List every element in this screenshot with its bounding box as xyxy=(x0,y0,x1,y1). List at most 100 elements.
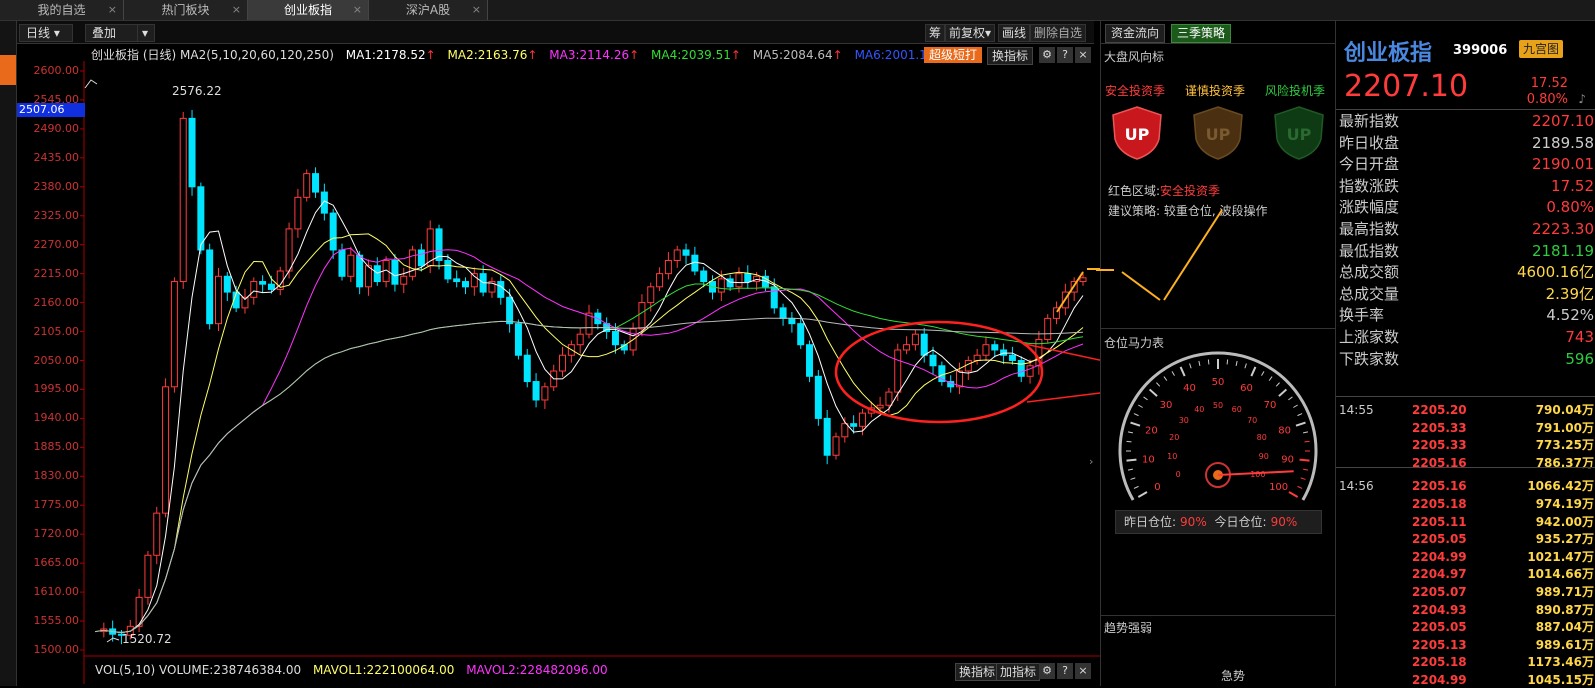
close-icon[interactable]: × xyxy=(353,0,362,20)
tick-price: 2204.97 xyxy=(1412,567,1467,582)
gauge-tick xyxy=(1302,431,1309,434)
delete-watchlist-button[interactable]: 删除自选 xyxy=(1030,24,1087,42)
candle-down xyxy=(991,344,999,351)
gauge-inner-tick-label: 20 xyxy=(1169,433,1179,442)
candle-up xyxy=(832,436,840,456)
tick-price: 2204.99 xyxy=(1412,549,1467,564)
tab-chinext[interactable]: 创业板指 × xyxy=(248,0,369,20)
candle-up xyxy=(647,286,655,304)
gauge-tick xyxy=(1261,371,1265,376)
yday-label: 昨日仓位: xyxy=(1124,515,1177,529)
y-tick-label: 1830.00 xyxy=(33,469,80,483)
up-arrow-icon: ↑ xyxy=(629,48,640,62)
candle-down xyxy=(338,249,346,277)
close-icon[interactable]: × xyxy=(108,0,117,20)
kline-chart[interactable]: 创业板指 (日线) MA2(5,10,20,60,120,250) MA1:21… xyxy=(17,44,1100,686)
y-tick-label: 2050.00 xyxy=(33,353,80,367)
candle-down xyxy=(320,191,328,214)
period-select[interactable]: 日线 ▾ xyxy=(19,24,73,42)
gauge-tick-label: 50 xyxy=(1212,377,1225,388)
draw-line-button[interactable]: 画线 xyxy=(998,24,1031,42)
ma4-value: MA4:2039.51 xyxy=(651,48,731,62)
gauge-tick xyxy=(1288,491,1299,498)
gauge-tick xyxy=(1299,458,1310,462)
gauge-tick xyxy=(1235,360,1238,367)
position-summary: 昨日仓位: 90% 今日仓位: 90% xyxy=(1115,510,1322,534)
ma-params: MA2(5,10,20,60,120,250) xyxy=(180,48,334,62)
gauge-tick xyxy=(1156,382,1161,387)
gauge-tick xyxy=(1207,359,1210,365)
tick-volume: 942.00万 xyxy=(1535,514,1594,529)
quote-key: 指数涨跌 xyxy=(1339,176,1400,195)
gauge-tick xyxy=(1127,468,1134,471)
candle-down xyxy=(329,212,337,251)
divider xyxy=(1101,43,1335,44)
gear-icon[interactable]: ⚙ xyxy=(1039,663,1055,679)
candle-down xyxy=(391,259,399,285)
quote-value: 743 xyxy=(1565,328,1594,346)
restore-select[interactable]: 前复权▾ xyxy=(945,24,996,42)
tick-volume: 1066.42万 xyxy=(1527,479,1594,494)
shield-text: UP xyxy=(1125,125,1150,144)
candle-up xyxy=(876,404,884,409)
candle-down xyxy=(797,323,805,346)
chip-button[interactable]: 筹 xyxy=(925,24,946,42)
tab-label: 深沪A股 xyxy=(405,3,451,17)
trend-partial-label: 急势 xyxy=(1221,669,1246,683)
close-icon[interactable]: × xyxy=(232,0,241,20)
gauge-tick xyxy=(1297,413,1303,417)
tab-fund-flow[interactable]: 资金流向 xyxy=(1105,24,1166,43)
close-icon[interactable]: × xyxy=(1075,47,1091,63)
gauge-tick-label: 30 xyxy=(1160,400,1173,411)
close-icon[interactable]: × xyxy=(1075,663,1091,679)
candle-down xyxy=(267,283,275,290)
candle-up xyxy=(664,259,672,275)
tab-sh-sz-a[interactable]: 深沪A股 × xyxy=(369,0,488,20)
candle-down xyxy=(206,249,214,325)
candle-up xyxy=(162,386,170,514)
tab-label: 创业板指 xyxy=(283,3,332,17)
gauge-tick-label: 0 xyxy=(1154,482,1160,493)
candle-up xyxy=(885,391,893,406)
vol-switch-button[interactable]: 换指标 xyxy=(955,663,1000,681)
tick-price: 2205.13 xyxy=(1412,637,1467,652)
candle-down xyxy=(700,270,708,283)
help-icon[interactable]: ? xyxy=(1057,47,1073,63)
gauge-inner-tick-label: 30 xyxy=(1179,416,1189,425)
ma5-value: MA5:2084.64 xyxy=(752,48,833,62)
super-short-button[interactable]: 超级短打 xyxy=(924,47,983,63)
bell-icon[interactable]: ♪ xyxy=(1578,92,1586,106)
tab-my-watchlist[interactable]: 我的自选 × xyxy=(0,0,124,20)
candle-up xyxy=(303,173,311,198)
gauge-inner-tick-label: 90 xyxy=(1259,452,1269,461)
tick-volume: 1173.46万 xyxy=(1527,655,1594,670)
gear-icon[interactable]: ⚙ xyxy=(1039,47,1055,63)
index-name: 创业板指 xyxy=(1344,41,1433,66)
overlay-dropdown[interactable]: ▾ xyxy=(137,24,155,42)
left-active-marker[interactable] xyxy=(0,55,16,85)
yday-value: 90% xyxy=(1180,515,1207,529)
candle-up xyxy=(903,344,911,351)
trend-arrows-overlay xyxy=(1096,209,1223,301)
overlay-button[interactable]: 叠加 xyxy=(85,24,143,42)
tab-hot-sectors[interactable]: 热门板块 × xyxy=(124,0,248,20)
quote-value: 2.39亿 xyxy=(1545,284,1594,303)
tab-three-season[interactable]: 三季策略 xyxy=(1171,24,1232,43)
low-label: 1520.72 xyxy=(122,632,172,646)
y-tick-label: 2270.00 xyxy=(33,237,80,251)
y-tick-label: 2490.00 xyxy=(33,121,80,135)
divider xyxy=(1336,109,1595,110)
divider xyxy=(1101,615,1335,616)
nine-grid-button[interactable]: 九宫图 xyxy=(1519,40,1564,58)
ma2-value: MA2:2163.76 xyxy=(447,48,528,62)
chevron-right-icon[interactable]: › xyxy=(1089,455,1099,469)
help-icon[interactable]: ? xyxy=(1057,663,1073,679)
gauge-tick xyxy=(1126,458,1137,462)
close-icon[interactable]: × xyxy=(472,0,481,20)
tick-volume: 974.19万 xyxy=(1535,497,1594,511)
vol-add-button[interactable]: 加指标 xyxy=(996,663,1041,681)
gauge-inner-tick-label: 40 xyxy=(1194,405,1204,414)
candle-up xyxy=(400,275,408,285)
switch-indicator-button[interactable]: 换指标 xyxy=(987,47,1034,65)
candle-down xyxy=(356,254,364,288)
